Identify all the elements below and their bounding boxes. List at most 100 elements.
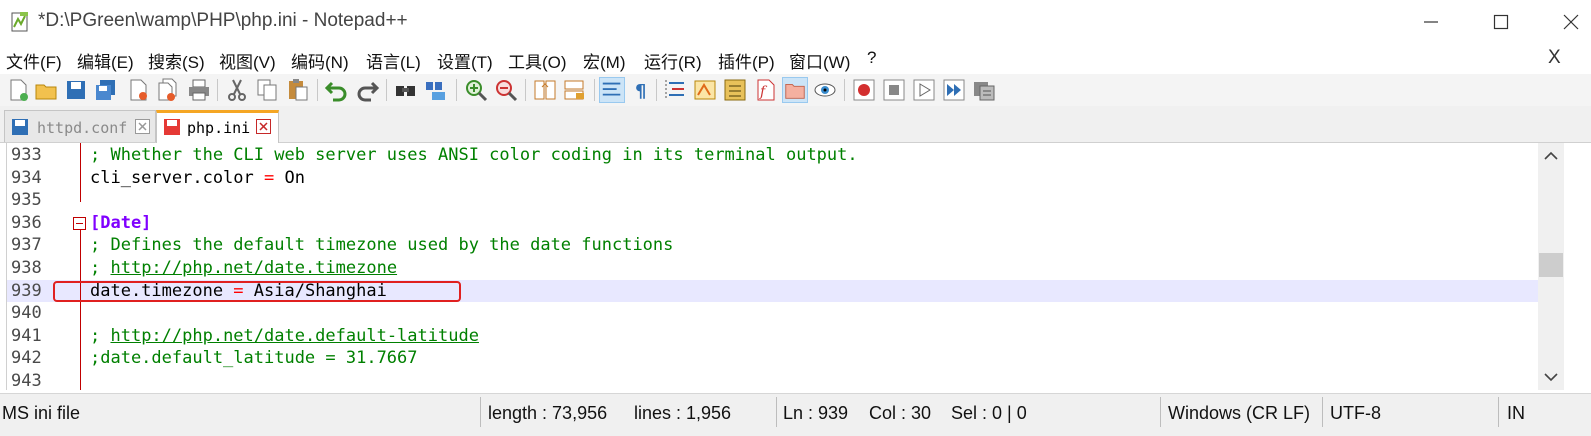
code-token: ; Defines the default timezone used by t… — [90, 235, 674, 256]
print-icon[interactable] — [186, 77, 212, 103]
tab-php-ini[interactable]: php.ini — [156, 110, 279, 143]
line-number: 935 — [11, 190, 42, 211]
toolbar-separator — [656, 79, 657, 101]
code-token: ;date.default_latitude = 31.7667 — [90, 348, 418, 369]
code-link[interactable]: http://php.net/date.timezone — [110, 258, 397, 278]
status-selection[interactable]: Sel : 0 | 0 — [951, 403, 1027, 424]
minimize-button[interactable] — [1396, 0, 1466, 44]
replace-icon[interactable] — [423, 77, 449, 103]
saved-file-icon — [12, 119, 28, 135]
line-number: 937 — [11, 235, 42, 256]
indent-guide-icon[interactable] — [662, 77, 688, 103]
document-map-icon[interactable]: f — [752, 77, 778, 103]
editor-line[interactable]: 937 ; Defines the default timezone used b… — [7, 234, 1539, 257]
unsaved-file-icon — [164, 119, 180, 135]
menu-search[interactable]: 搜索(S) — [148, 48, 205, 73]
editor-line[interactable]: 941; http://php.net/date.default-latitud… — [7, 325, 1539, 348]
chevron-up-icon — [1544, 151, 1558, 160]
editor-line[interactable]: 934 cli_server.color = On — [7, 167, 1539, 190]
status-divider — [1322, 397, 1323, 427]
code-token: cli_server.color — [90, 167, 264, 188]
monitoring-icon[interactable] — [812, 77, 838, 103]
status-line-number[interactable]: Ln : 939 — [783, 403, 848, 424]
fold-line — [80, 229, 81, 390]
close-file-icon[interactable] — [125, 77, 151, 103]
menu-encoding[interactable]: 编码(N) — [291, 48, 349, 73]
menu-macro[interactable]: 宏(M) — [583, 48, 625, 73]
fold-collapse-icon[interactable] — [73, 216, 86, 230]
line-number: 936 — [11, 212, 42, 233]
stop-macro-icon[interactable] — [881, 77, 907, 103]
code-link[interactable]: http://php.net/date.default-latitude — [110, 326, 478, 346]
paste-icon[interactable] — [285, 77, 311, 103]
save-macro-icon[interactable] — [971, 77, 997, 103]
record-macro-icon[interactable] — [851, 77, 877, 103]
function-list-icon[interactable] — [722, 77, 748, 103]
tab-close-icon[interactable] — [256, 119, 271, 134]
tab-close-icon[interactable] — [135, 119, 150, 134]
menu-tools[interactable]: 工具(O) — [508, 48, 567, 73]
toolbar-separator — [594, 79, 595, 101]
menu-language[interactable]: 语言(L) — [366, 48, 421, 73]
folder-workspace-icon[interactable] — [782, 77, 808, 103]
editor-line[interactable]: 940 — [7, 302, 1539, 325]
close-all-icon[interactable] — [155, 77, 181, 103]
editor-line[interactable]: 938; http://php.net/date.timezone — [7, 257, 1539, 280]
editor-line[interactable]: 935 — [7, 189, 1539, 212]
editor-line[interactable]: 936 [Date] — [7, 212, 1539, 235]
close-window-button[interactable] — [1536, 0, 1591, 44]
line-number: 942 — [11, 348, 42, 369]
vertical-scrollbar[interactable] — [1538, 143, 1564, 390]
chevron-down-icon — [1544, 373, 1558, 382]
line-number: 941 — [11, 325, 42, 346]
scroll-down-button[interactable] — [1538, 364, 1564, 390]
code-token: [Date] — [90, 212, 152, 233]
menu-settings[interactable]: 设置(T) — [437, 48, 493, 73]
fold-line — [80, 143, 81, 202]
menu-edit[interactable]: 编辑(E) — [77, 48, 134, 73]
zoom-out-icon[interactable] — [493, 77, 519, 103]
scroll-thumb[interactable] — [1539, 253, 1563, 277]
run-macro-multiple-icon[interactable] — [941, 77, 967, 103]
open-file-icon[interactable] — [33, 77, 59, 103]
menu-plugins[interactable]: 插件(P) — [718, 48, 775, 73]
save-all-icon[interactable] — [93, 77, 119, 103]
status-insert-mode[interactable]: IN — [1507, 403, 1525, 424]
status-column[interactable]: Col : 30 — [869, 403, 931, 424]
maximize-button[interactable] — [1466, 0, 1536, 44]
undo-icon[interactable] — [324, 77, 350, 103]
menu-view[interactable]: 视图(V) — [219, 48, 276, 73]
find-icon[interactable] — [393, 77, 419, 103]
sync-vertical-icon[interactable] — [532, 77, 558, 103]
show-all-chars-icon[interactable]: ¶ — [629, 77, 655, 103]
cut-icon[interactable] — [224, 77, 250, 103]
editor-line[interactable]: 942 ;date.default_latitude = 31.7667 — [7, 347, 1539, 370]
tab-httpd-conf[interactable]: httpd.conf — [4, 110, 156, 142]
code-token: = — [264, 167, 275, 188]
menu-window[interactable]: 窗口(W) — [789, 48, 850, 73]
redo-icon[interactable] — [354, 77, 380, 103]
line-number: 939 — [11, 280, 42, 301]
new-file-icon[interactable] — [5, 77, 31, 103]
copy-icon[interactable] — [254, 77, 280, 103]
scroll-up-button[interactable] — [1538, 143, 1564, 169]
status-encoding[interactable]: UTF-8 — [1330, 403, 1381, 424]
line-number: 933 — [11, 145, 42, 165]
play-macro-icon[interactable] — [911, 77, 937, 103]
notepadpp-logo-icon — [11, 12, 28, 32]
menu-run[interactable]: 运行(R) — [644, 48, 702, 73]
code-text: ; http://php.net/date.timezone — [90, 257, 397, 280]
editor-line[interactable]: 933 ; Whether the CLI web server uses ANS… — [7, 144, 1539, 167]
save-icon[interactable] — [63, 77, 89, 103]
zoom-in-icon[interactable] — [463, 77, 489, 103]
word-wrap-icon[interactable] — [599, 77, 625, 103]
editor-line[interactable]: 943 — [7, 370, 1539, 390]
menu-file[interactable]: 文件(F) — [6, 48, 62, 73]
close-document-button[interactable]: X — [1548, 47, 1561, 69]
sync-horizontal-icon[interactable] — [562, 77, 588, 103]
status-eol-format[interactable]: Windows (CR LF) — [1168, 403, 1310, 424]
code-text: ; Defines the default timezone used by t… — [90, 234, 673, 257]
editor-area[interactable]: 933 ; Whether the CLI web server uses ANS… — [6, 143, 1539, 390]
menu-help[interactable]: ? — [867, 48, 876, 68]
user-language-icon[interactable] — [692, 77, 718, 103]
